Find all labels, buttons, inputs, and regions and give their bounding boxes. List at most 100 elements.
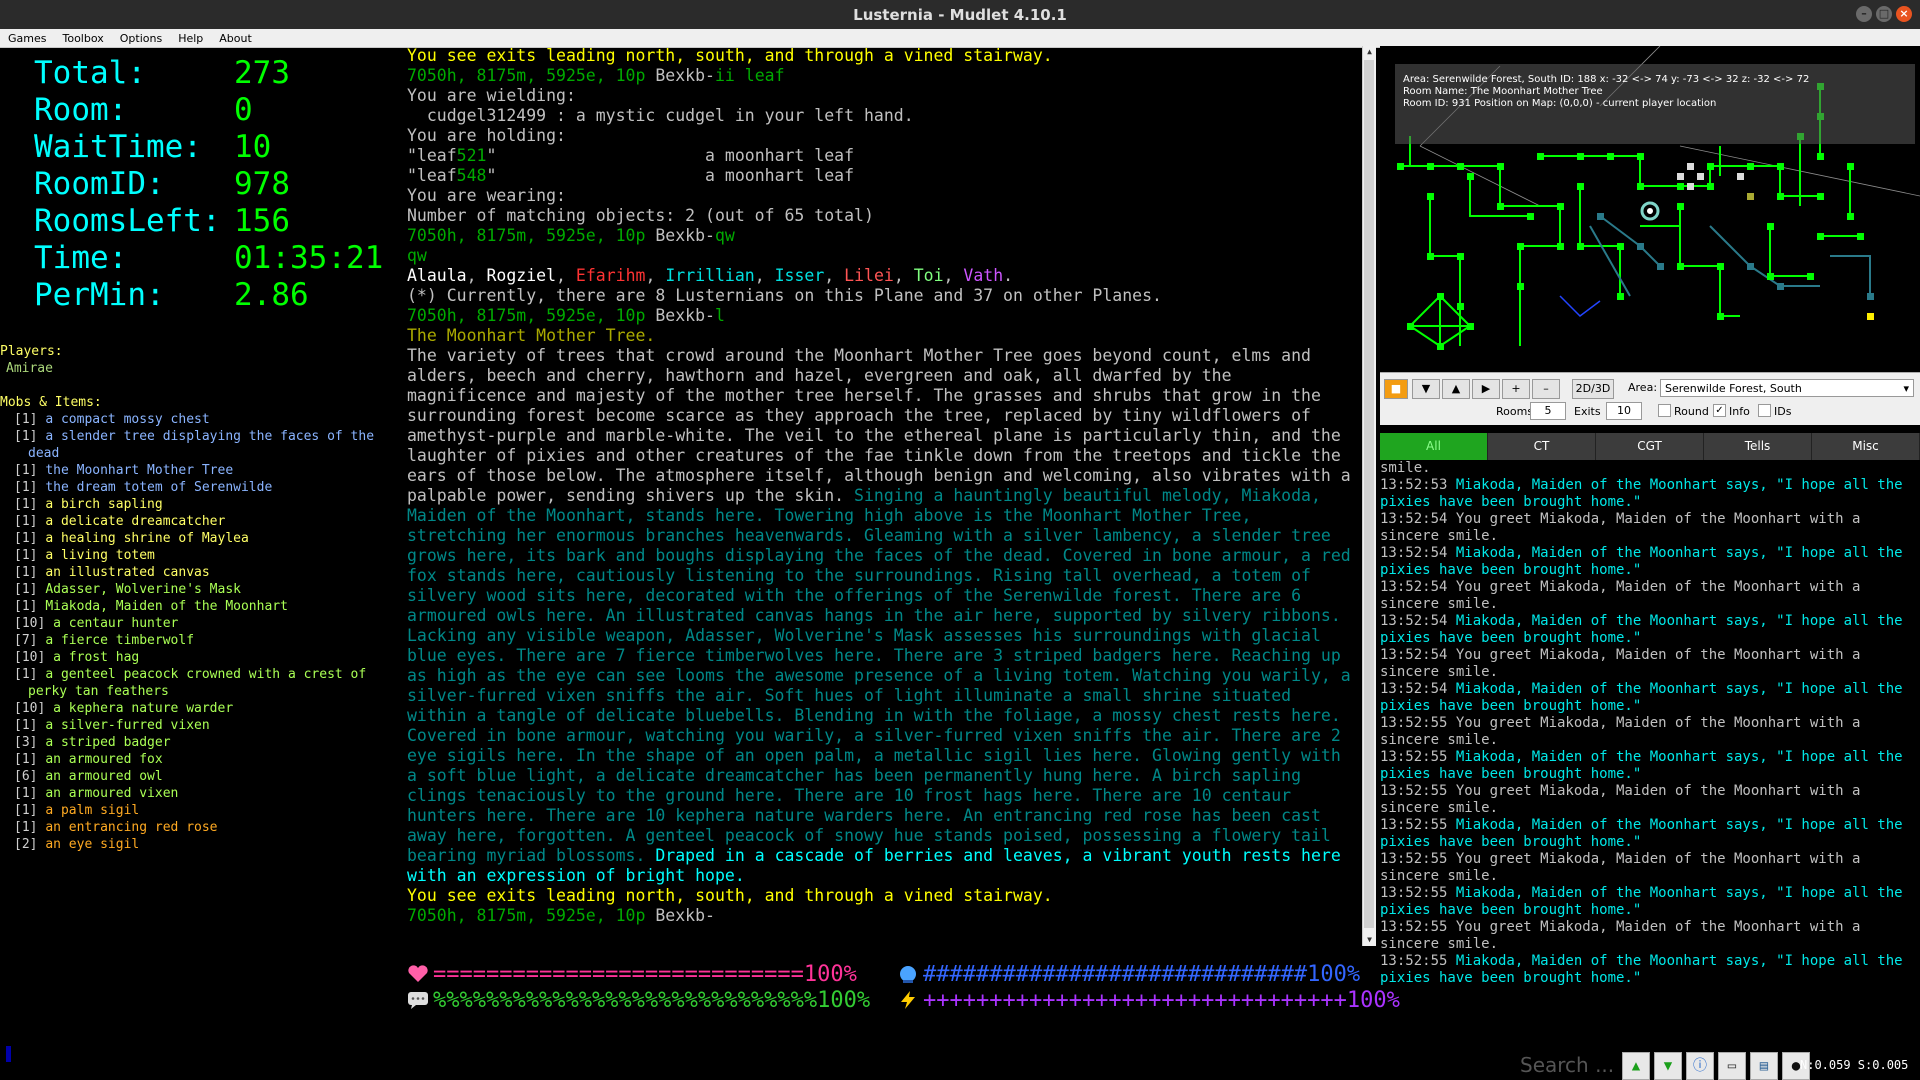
map-icon[interactable]: ▤	[1750, 1052, 1778, 1080]
mob-name: a palm sigil	[45, 803, 140, 818]
map-area-label: Area:	[1628, 381, 1658, 394]
console-segment: (*) Currently, there are 8 Lusternians o…	[407, 286, 1162, 305]
tab-all[interactable]: All	[1380, 433, 1488, 460]
mob-item[interactable]: [10] a frost hag	[14, 649, 395, 666]
console-segment: ,	[943, 266, 964, 285]
map-up-button[interactable]: ▲	[1442, 379, 1470, 399]
tab-ct[interactable]: CT	[1488, 433, 1596, 460]
mob-item[interactable]: [1] a delicate dreamcatcher	[14, 513, 395, 530]
console-line: qw	[407, 246, 1359, 266]
chat-timestamp: 13:52:55	[1380, 749, 1456, 765]
map-ids-checkbox[interactable]	[1758, 404, 1771, 417]
menu-help[interactable]: Help	[170, 32, 211, 45]
command-input-cursor[interactable]	[6, 1046, 11, 1062]
mob-item[interactable]: [1] the dream totem of Serenwilde	[14, 479, 395, 496]
menu-options[interactable]: Options	[112, 32, 170, 45]
mob-count: [2]	[14, 837, 46, 852]
console-icon[interactable]: ▭	[1718, 1052, 1746, 1080]
mob-item[interactable]: [1] Adasser, Wolverine's Mask	[14, 581, 395, 598]
speech-bubble-icon	[408, 992, 428, 1009]
mob-item[interactable]: [10] a centaur hunter	[14, 615, 395, 632]
scrollbar-thumb[interactable]	[1364, 60, 1374, 928]
map-area-select[interactable]: Serenwilde Forest, South ▾	[1660, 379, 1914, 397]
menu-toolbox[interactable]: Toolbox	[54, 32, 111, 45]
mob-name: a slender tree displaying the faces of t…	[28, 429, 375, 461]
mob-item[interactable]: [1] an armoured fox	[14, 751, 395, 768]
close-button[interactable]: ×	[1896, 6, 1912, 22]
connect-up-icon[interactable]: ▲	[1622, 1052, 1650, 1080]
console-segment: Vath	[963, 266, 1004, 285]
map-exits-spinbox[interactable]: 10	[1606, 402, 1642, 420]
map-color-icon[interactable]: ■	[1384, 379, 1408, 399]
console-segment: Number of matching objects: 2 (out of 65…	[407, 206, 874, 225]
mob-item[interactable]: [1] a healing shrine of Maylea	[14, 530, 395, 547]
mob-item[interactable]: [1] an illustrated canvas	[14, 564, 395, 581]
mob-item[interactable]: [6] an armoured owl	[14, 768, 395, 785]
mob-item[interactable]: [1] an entrancing red rose	[14, 819, 395, 836]
mob-name: a striped badger	[45, 735, 171, 750]
mob-item[interactable]: [1] a palm sigil	[14, 802, 395, 819]
mob-item[interactable]: [1] a living totem	[14, 547, 395, 564]
scroll-down-arrow-icon[interactable]: ▼	[1363, 934, 1376, 946]
tab-misc[interactable]: Misc	[1812, 433, 1920, 460]
console-segment: Toi	[913, 266, 944, 285]
map-info-checkbox[interactable]: ✓	[1713, 404, 1726, 417]
map-zoom-in-button[interactable]: +	[1502, 379, 1530, 399]
mana-gauge: #############################100%	[897, 962, 1360, 988]
console-segment: Singing a hauntingly beautiful melody, M…	[407, 486, 1361, 865]
mob-name: an armoured vixen	[45, 786, 179, 801]
window-titlebar: Lusternia - Mudlet 4.10.1 – □ ×	[0, 0, 1920, 29]
console-scrollbar[interactable]: ▲ ▼	[1362, 46, 1376, 946]
map-zoom-out-button[interactable]: –	[1532, 379, 1560, 399]
stat-room: Room: 0	[34, 92, 253, 128]
scroll-up-arrow-icon[interactable]: ▲	[1363, 46, 1376, 58]
mapper-view[interactable]: Area: Serenwilde Forest, South ID: 188 x…	[1380, 46, 1920, 372]
map-round-checkbox[interactable]	[1658, 404, 1671, 417]
console-segment: 521	[456, 146, 487, 165]
mob-count: [1]	[14, 531, 46, 546]
search-input[interactable]: Search ...	[1520, 1053, 1614, 1077]
map-right-button[interactable]: ▶	[1472, 379, 1500, 399]
map-2d3d-button[interactable]: 2D/3D	[1572, 379, 1614, 399]
map-down-button[interactable]: ▼	[1412, 379, 1440, 399]
health-gauge: ============================100%	[407, 962, 857, 988]
stat-time: Time: 01:35:21	[34, 240, 384, 276]
mana-orb-icon	[900, 966, 916, 983]
connect-down-icon[interactable]: ▼	[1654, 1052, 1682, 1080]
map-rooms-spinbox[interactable]: 5	[1530, 402, 1566, 420]
chat-timestamp: 13:52:55	[1380, 885, 1456, 901]
mob-item[interactable]: [1] Miakoda, Maiden of the Moonhart	[14, 598, 395, 615]
map-info-overlay: Area: Serenwilde Forest, South ID: 188 x…	[1395, 64, 1915, 144]
mob-count: [1]	[14, 514, 46, 529]
maximize-button[interactable]: □	[1876, 6, 1892, 22]
mob-item[interactable]: [1] the Moonhart Mother Tree	[14, 462, 395, 479]
mob-item[interactable]: [10] a kephera nature warder	[14, 700, 395, 717]
tab-cgt[interactable]: CGT	[1596, 433, 1704, 460]
chat-message: 13:52:53 Miakoda, Maiden of the Moonhart…	[1380, 477, 1920, 511]
mob-item[interactable]: [1] a genteel peacock crowned with a cre…	[14, 666, 395, 700]
console-segment: ,	[645, 266, 666, 285]
mob-item[interactable]: [2] an eye sigil	[14, 836, 395, 853]
mob-item[interactable]: [1] a birch sapling	[14, 496, 395, 513]
console-segment: .	[1003, 266, 1014, 285]
menu-games[interactable]: Games	[0, 32, 54, 45]
chat-console[interactable]: smile. 13:52:53 Miakoda, Maiden of the Mo…	[1380, 460, 1920, 1060]
mob-item[interactable]: [1] a slender tree displaying the faces …	[14, 428, 395, 462]
chat-timestamp: 13:52:55	[1380, 783, 1456, 799]
mob-item[interactable]: [1] a silver-furred vixen	[14, 717, 395, 734]
mob-item[interactable]: [7] a fierce timberwolf	[14, 632, 395, 649]
mob-count: [1]	[14, 412, 46, 427]
info-icon[interactable]: ⓘ	[1686, 1052, 1714, 1080]
mob-item[interactable]: [1] an armoured vixen	[14, 785, 395, 802]
tab-tells[interactable]: Tells	[1704, 433, 1812, 460]
mob-item[interactable]: [1] a compact mossy chest	[14, 411, 395, 428]
main-console[interactable]: You see exits leading north, south, and …	[407, 46, 1359, 946]
minimize-button[interactable]: –	[1856, 6, 1872, 22]
menu-about[interactable]: About	[211, 32, 260, 45]
chat-tabs: All CT CGT Tells Misc	[1380, 433, 1920, 460]
console-line: 7050h, 8175m, 5925e, 10p Bexkb-	[407, 906, 1359, 926]
console-line: You are holding:	[407, 126, 1359, 146]
console-segment: Efarihm	[575, 266, 646, 285]
mob-item[interactable]: [3] a striped badger	[14, 734, 395, 751]
mob-count: [1]	[14, 786, 46, 801]
